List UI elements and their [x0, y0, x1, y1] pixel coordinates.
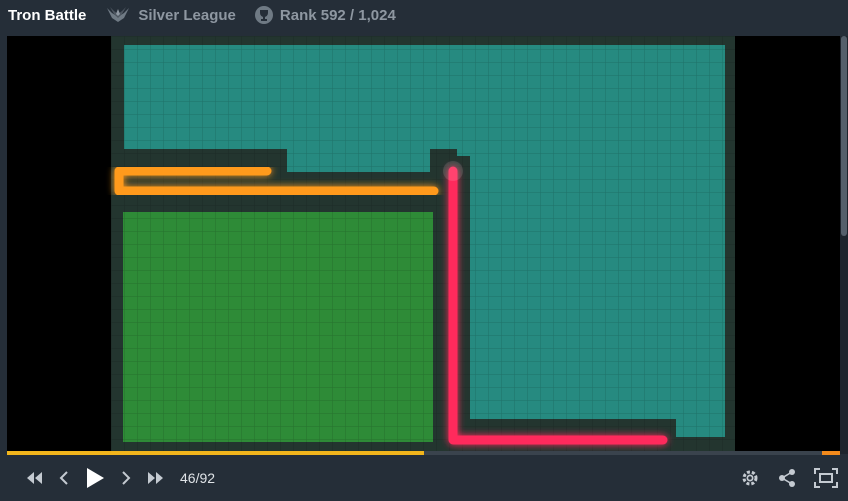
scrollbar-thumb[interactable] [841, 36, 847, 236]
laurel-league-icon [104, 4, 132, 26]
header-bar: Tron Battle Silver League Rank 592 / 1,0… [0, 0, 848, 30]
arena-grid [111, 36, 735, 454]
rank-badge: Rank 592 / 1,024 [254, 5, 396, 25]
vertical-scrollbar[interactable] [840, 36, 848, 454]
rewind-icon[interactable] [24, 470, 44, 486]
step-forward-icon[interactable] [120, 470, 132, 486]
step-back-icon[interactable] [58, 470, 70, 486]
trophy-icon [254, 5, 274, 25]
fast-forward-icon[interactable] [146, 470, 166, 486]
pink-cycle-head [443, 161, 463, 181]
play-icon[interactable] [84, 466, 106, 490]
rank-label: Rank 592 / 1,024 [279, 6, 396, 24]
arena-canvas [7, 36, 840, 454]
settings-icon[interactable] [740, 468, 760, 488]
game-title: Tron Battle [8, 6, 87, 24]
frame-counter: 46/92 [180, 470, 216, 486]
share-icon[interactable] [778, 468, 796, 488]
league-label: Silver League [138, 6, 236, 24]
league-badge: Silver League [104, 4, 236, 26]
replay-controls: 46/92 [0, 455, 848, 501]
game-viewer[interactable] [7, 36, 840, 454]
fullscreen-icon[interactable] [814, 468, 838, 488]
viewer-options [740, 455, 838, 501]
